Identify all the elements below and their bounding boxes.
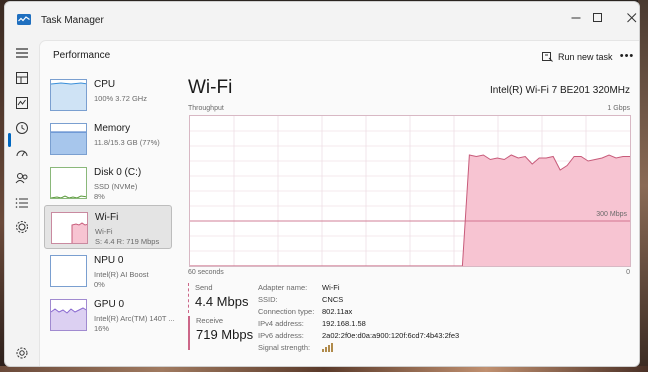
stats-area: Send 4.4 Mbps Receive 719 Mbps Adapter n… — [188, 283, 634, 366]
send-stat: Send 4.4 Mbps — [188, 283, 258, 313]
resource-item-gpu[interactable]: GPU 0 Intel(R) Arc(TM) 140T ... 16% — [44, 293, 175, 337]
resource-detail: SSD (NVMe) — [94, 182, 138, 191]
resource-name: NPU 0 — [94, 255, 124, 266]
property-label: Adapter name: — [258, 283, 308, 292]
resource-item-npu[interactable]: NPU 0 Intel(R) AI Boost 0% — [44, 249, 172, 293]
property-value: CNCS — [322, 295, 344, 304]
resource-list: CPU 100% 3.72 GHz Memory 11.8/15.3 GB (7… — [44, 73, 175, 363]
resource-detail: Intel(R) AI Boost — [94, 270, 149, 279]
adapter-model: Intel(R) Wi-Fi 7 BE201 320MHz — [489, 85, 630, 96]
throughput-chart — [190, 116, 630, 267]
details-icon[interactable] — [13, 194, 31, 212]
processes-icon[interactable] — [13, 69, 31, 87]
resource-item-wifi[interactable]: Wi-Fi Wi-Fi S: 4.4 R: 719 Mbps — [44, 205, 172, 249]
property-label: Signal strength: — [258, 343, 311, 352]
graph-x-left-label: 60 seconds — [188, 269, 224, 276]
property-label: IPv4 address: — [258, 319, 304, 328]
app-history-icon[interactable] — [13, 119, 31, 137]
send-value: 4.4 Mbps — [195, 294, 249, 309]
maximize-icon — [593, 13, 602, 22]
disk-thumbnail — [50, 167, 87, 199]
services-icon[interactable] — [13, 218, 31, 236]
wifi-detail-panel: Wi-Fi Intel(R) Wi-Fi 7 BE201 320MHz Thro… — [188, 77, 634, 366]
close-icon — [627, 13, 637, 23]
graph-mid-label: 300 Mbps — [596, 211, 627, 218]
window-title: Task Manager — [41, 15, 104, 26]
property-label: IPv6 address: — [258, 331, 304, 340]
navigation-rail — [5, 36, 39, 366]
active-nav-indicator — [8, 133, 11, 147]
memory-thumbnail — [50, 123, 87, 155]
settings-icon[interactable] — [13, 344, 31, 362]
more-icon: ••• — [619, 50, 635, 62]
resource-name: CPU — [94, 79, 116, 90]
property-value: 192.168.1.58 — [322, 319, 366, 328]
resource-item-cpu[interactable]: CPU 100% 3.72 GHz — [44, 73, 172, 117]
maximize-button[interactable] — [579, 6, 617, 30]
task-manager-window: Task Manager Performance Run new task ••… — [4, 1, 640, 367]
page-title: Performance — [53, 50, 111, 61]
users-icon[interactable] — [13, 169, 31, 187]
graph-y-max: 1 Gbps — [607, 105, 630, 112]
resource-detail: Wi-Fi — [95, 227, 113, 236]
resource-usage: 16% — [94, 324, 110, 333]
property-value: 2a02:2f0e:d0a:a900:120f:6cd7:4b43:2fe3 — [322, 331, 460, 340]
npu-thumbnail — [50, 255, 87, 287]
resource-detail: 11.8/15.3 GB (77%) — [94, 138, 160, 147]
graph-x-right-label: 0 — [626, 269, 630, 276]
resource-detail: 100% 3.72 GHz — [94, 94, 147, 103]
resource-name: Disk 0 (C:) — [94, 167, 142, 178]
resource-usage: S: 4.4 R: 719 Mbps — [95, 237, 160, 246]
property-value: 802.11ax — [322, 307, 353, 316]
wifi-thumbnail — [51, 212, 88, 244]
hamburger-icon[interactable] — [13, 44, 31, 62]
startup-apps-icon[interactable] — [13, 144, 31, 162]
cpu-thumbnail — [50, 79, 87, 111]
resource-name: Wi-Fi — [95, 212, 119, 223]
resource-usage: 0% — [94, 280, 105, 289]
graph-y-label: Throughput — [188, 105, 224, 112]
resource-name: Memory — [94, 123, 131, 134]
close-button[interactable] — [613, 6, 639, 30]
performance-icon[interactable] — [13, 94, 31, 112]
task-manager-app-icon — [17, 14, 31, 25]
gpu-thumbnail — [50, 299, 87, 331]
detail-title: Wi-Fi — [188, 77, 233, 98]
run-task-icon — [542, 51, 553, 62]
run-new-task-button[interactable]: Run new task — [542, 48, 613, 66]
receive-stat: Receive 719 Mbps — [188, 316, 258, 350]
property-label: SSID: — [258, 295, 278, 304]
receive-value: 719 Mbps — [196, 327, 254, 342]
resource-item-disk[interactable]: Disk 0 (C:) SSD (NVMe) 8% — [44, 161, 172, 205]
property-label: Connection type: — [258, 307, 315, 316]
resource-detail: Intel(R) Arc(TM) 140T ... — [94, 314, 175, 323]
performance-page: Performance Run new task ••• CPU 100% 3.… — [39, 40, 639, 366]
title-bar[interactable]: Task Manager — [5, 2, 639, 36]
receive-label: Receive — [196, 316, 224, 325]
resource-usage: 8% — [94, 192, 105, 201]
throughput-graph: 300 Mbps — [189, 115, 631, 267]
resource-name: GPU 0 — [94, 299, 125, 310]
more-options-button[interactable]: ••• — [618, 47, 636, 65]
run-task-label: Run new task — [558, 52, 613, 62]
resource-item-memory[interactable]: Memory 11.8/15.3 GB (77%) — [44, 117, 172, 161]
send-label: Send — [195, 283, 213, 292]
signal-strength-icon — [322, 343, 333, 352]
property-value: Wi-Fi — [322, 283, 340, 292]
